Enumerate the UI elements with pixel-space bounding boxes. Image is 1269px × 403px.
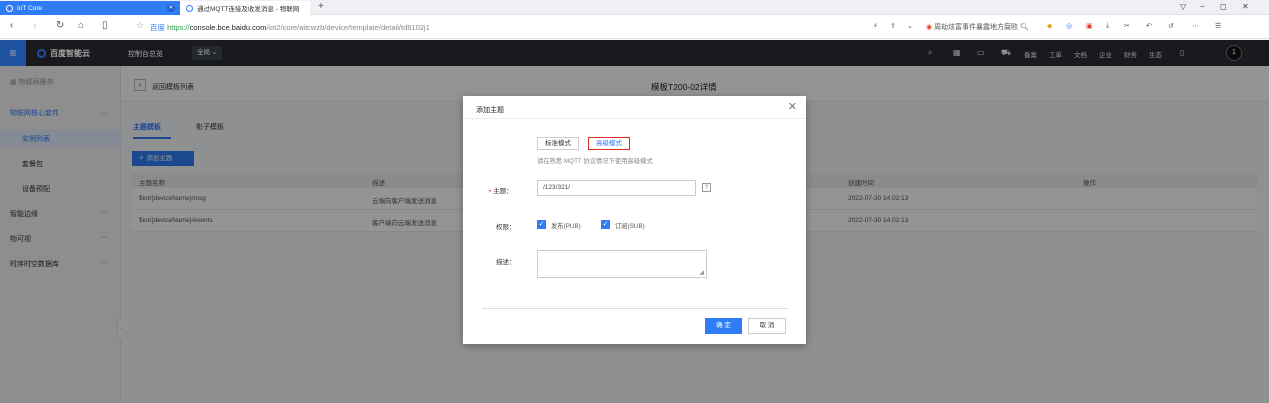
bookmark-star-icon[interactable]: ☆ [136, 20, 144, 31]
dropdown-icon[interactable]: ⌄ [907, 22, 913, 30]
cancel-button[interactable]: 取 消 [748, 318, 786, 334]
browser-tab-label: IoT Core [17, 4, 43, 12]
maximize-window-icon[interactable]: ◻ [1220, 2, 1227, 11]
description-textarea[interactable]: ◢ [537, 250, 707, 278]
url-protocol: https:// [167, 23, 190, 32]
undo-icon[interactable]: ↶ [1146, 22, 1152, 30]
search-icon: 🔍︎ [1020, 24, 1029, 31]
permission-label: 权限： [496, 224, 516, 231]
resize-grip-icon[interactable]: ◢ [699, 269, 704, 276]
game-icon[interactable]: ◆ [1047, 22, 1052, 30]
url-domain: console.bce.baidu.com [189, 23, 267, 32]
modal-overlay-header [0, 40, 1269, 66]
close-tab-icon[interactable]: ✕ [167, 4, 175, 12]
more-icon[interactable]: ⋯ [1192, 22, 1199, 30]
lightning-icon[interactable]: ⚡ [873, 22, 878, 30]
browser-tab-mqtt-doc[interactable]: 通过MQTT连接及收发消息 - 物联网 [180, 1, 310, 15]
iot-core-favicon-icon [6, 4, 13, 12]
sub-checkbox-label[interactable]: 订阅(SUB) [615, 221, 645, 230]
browser-tab-label: 通过MQTT连接及收发消息 - 物联网 [197, 6, 300, 13]
forward-icon[interactable]: › [33, 20, 36, 31]
menu-icon[interactable]: ☰ [1215, 22, 1221, 30]
pub-checkbox[interactable]: ✓ [537, 220, 546, 229]
required-marker: • [489, 188, 492, 195]
reader-icon[interactable]: ▯ [102, 20, 108, 31]
topic-input[interactable]: /123/321/ [537, 180, 696, 196]
help-icon[interactable]: ? [702, 183, 711, 192]
home-icon[interactable]: ⌂ [78, 20, 84, 31]
url-secure-label: 百度 [150, 23, 165, 32]
new-tab-button[interactable]: + [318, 1, 324, 12]
url-path: /iot2/core/aitcwzb/device/template/detai… [266, 23, 430, 32]
translate-icon[interactable]: ▣ [1086, 22, 1093, 30]
browser-tab-iot-core[interactable]: IoT Core ✕ [0, 1, 180, 15]
close-icon[interactable]: ✕ [788, 100, 797, 113]
sub-checkbox[interactable]: ✓ [601, 220, 610, 229]
search-suggestion[interactable]: ◉ 周劫炫富事件暴露地方腐败 🔍︎ [926, 22, 1029, 32]
advanced-mode-hint: 请在熟悉 MQTT 协议情况下使用高级模式 [537, 158, 653, 165]
url-field[interactable]: 百度 https://console.bce.baidu.com/iot2/co… [150, 22, 430, 33]
topic-label: • 主题： [489, 185, 513, 195]
dialog-footer-divider [482, 308, 787, 309]
back-icon[interactable]: ‹ [10, 20, 13, 31]
history-icon[interactable]: ↺ [1168, 22, 1174, 30]
dialog-title: 添加主题 [476, 107, 504, 114]
dialog-divider [463, 118, 806, 119]
advanced-mode-button[interactable]: 高级模式 [588, 137, 630, 150]
cut-icon[interactable]: ✂ [1124, 22, 1130, 30]
pub-checkbox-label[interactable]: 发布(PUB) [551, 221, 581, 230]
search-engine-icon: ◉ [926, 24, 933, 31]
download-icon[interactable]: ⤓ [1106, 22, 1109, 30]
topic-label-text: 主题： [493, 188, 513, 195]
reload-icon[interactable]: ↻ [56, 20, 64, 31]
browser-tab-bar: IoT Core ✕ 通过MQTT连接及收发消息 - 物联网 + ▽ − ◻ ✕ [0, 0, 1269, 15]
description-label: 描述： [496, 259, 516, 266]
baidu-cloud-favicon-icon [186, 4, 193, 12]
add-topic-dialog: 添加主题 ✕ 标准模式 高级模式 请在熟悉 MQTT 协议情况下使用高级模式 •… [463, 96, 806, 344]
close-window-icon[interactable]: ✕ [1242, 2, 1249, 11]
minimize-window-icon[interactable]: − [1200, 2, 1205, 11]
browser-address-bar: ‹ › ↻ ⌂ ▯ ☆ 百度 https://console.bce.baidu… [0, 15, 1269, 39]
extension-icon[interactable]: ◎ [1066, 22, 1072, 30]
share-icon[interactable]: ⇪ [890, 22, 896, 30]
search-suggestion-text: 周劫炫富事件暴露地方腐败 [934, 24, 1019, 31]
standard-mode-button[interactable]: 标准模式 [537, 137, 579, 150]
confirm-button[interactable]: 确 定 [705, 318, 742, 334]
tab-list-icon[interactable]: ▽ [1180, 2, 1186, 11]
